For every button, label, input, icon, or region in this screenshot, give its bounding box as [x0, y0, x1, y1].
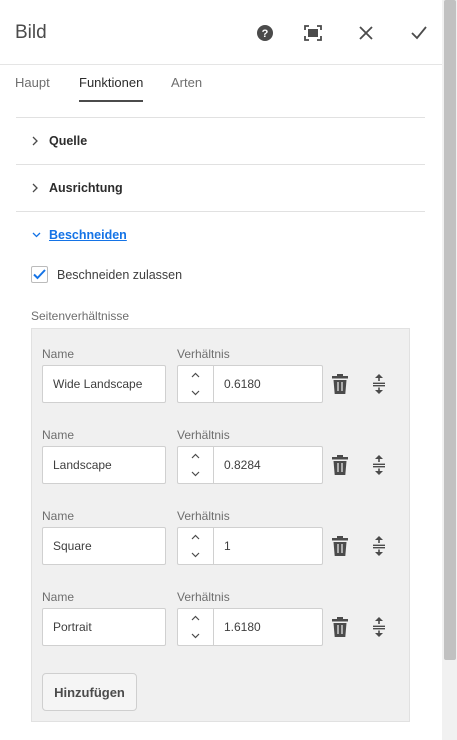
- allow-crop-checkbox[interactable]: [31, 266, 48, 283]
- ratio-label: Verhältnis: [177, 590, 230, 604]
- aspect-ratio-row: Name Verhältnis Portrait 1.6180: [32, 590, 411, 671]
- allow-crop-label: Beschneiden zulassen: [57, 267, 183, 282]
- add-button[interactable]: Hinzufügen: [42, 673, 137, 711]
- ratio-value[interactable]: 0.6180: [214, 366, 322, 402]
- aspect-ratios-multifield: Name Verhältnis Wide Landscape 0.6180 Na…: [31, 328, 410, 722]
- ratio-value[interactable]: 1: [214, 528, 322, 564]
- increment-button[interactable]: [178, 609, 213, 627]
- trash-icon[interactable]: [331, 617, 349, 642]
- checkmark-icon: [33, 269, 46, 280]
- name-input[interactable]: Landscape: [42, 446, 166, 484]
- chevron-up-icon: [191, 453, 200, 459]
- accordion-header-ausrichtung[interactable]: Ausrichtung: [16, 165, 425, 211]
- increment-button[interactable]: [178, 447, 213, 465]
- aspect-ratio-row: Name Verhältnis Square 1: [32, 509, 411, 590]
- tab-arten[interactable]: Arten: [171, 75, 202, 100]
- chevron-right-icon: [32, 183, 44, 193]
- ratio-value[interactable]: 1.6180: [214, 609, 322, 645]
- ratio-stepper[interactable]: 1.6180: [177, 608, 323, 646]
- close-icon: [359, 26, 373, 40]
- drag-handle-icon[interactable]: [372, 535, 386, 562]
- decrement-button[interactable]: [178, 465, 213, 483]
- accordion-header-quelle[interactable]: Quelle: [16, 118, 425, 164]
- fullscreen-icon: [304, 25, 322, 41]
- name-label: Name: [42, 347, 75, 361]
- chevron-down-icon: [191, 633, 200, 639]
- accordion-ausrichtung: Ausrichtung: [16, 164, 425, 211]
- accordion-quelle: Quelle: [16, 117, 425, 164]
- name-label: Name: [42, 428, 75, 442]
- dialog-title: Bild: [15, 22, 47, 43]
- chevron-down-icon: [191, 552, 200, 558]
- chevron-up-icon: [191, 534, 200, 540]
- tab-funktionen[interactable]: Funktionen: [79, 75, 144, 102]
- done-checkmark-icon: [411, 26, 427, 40]
- allow-crop-checkbox-row[interactable]: Beschneiden zulassen: [31, 266, 182, 283]
- dialog-header: Bild ?: [0, 0, 442, 65]
- decrement-button[interactable]: [178, 627, 213, 645]
- ratio-value[interactable]: 0.8284: [214, 447, 322, 483]
- accordion-beschneiden: Beschneiden: [16, 211, 425, 258]
- name-input[interactable]: Square: [42, 527, 166, 565]
- ratio-label: Verhältnis: [177, 509, 230, 523]
- aspect-ratio-row: Name Verhältnis Wide Landscape 0.6180: [32, 347, 411, 428]
- decrement-button[interactable]: [178, 384, 213, 402]
- stepper-buttons: [178, 447, 214, 483]
- drag-handle-icon[interactable]: [372, 616, 386, 643]
- accordion-label: Ausrichtung: [49, 181, 123, 195]
- ratio-label: Verhältnis: [177, 347, 230, 361]
- help-button[interactable]: ?: [252, 20, 278, 46]
- help-icon: ?: [256, 24, 274, 42]
- drag-handle-icon[interactable]: [372, 373, 386, 400]
- increment-button[interactable]: [178, 366, 213, 384]
- ratio-stepper[interactable]: 1: [177, 527, 323, 565]
- chevron-down-icon: [32, 232, 44, 238]
- stepper-buttons: [178, 528, 214, 564]
- done-button[interactable]: [406, 20, 432, 46]
- tab-haupt[interactable]: Haupt: [15, 75, 50, 100]
- ratio-stepper[interactable]: 0.8284: [177, 446, 323, 484]
- accordion-header-beschneiden[interactable]: Beschneiden: [16, 212, 425, 258]
- chevron-right-icon: [32, 136, 44, 146]
- trash-icon[interactable]: [331, 536, 349, 561]
- decrement-button[interactable]: [178, 546, 213, 564]
- accordion-label: Beschneiden: [49, 228, 127, 242]
- stepper-buttons: [178, 609, 214, 645]
- aspect-ratios-label: Seitenverhältnisse: [31, 309, 130, 323]
- chevron-down-icon: [191, 390, 200, 396]
- fullscreen-button[interactable]: [300, 20, 326, 46]
- name-input[interactable]: Portrait: [42, 608, 166, 646]
- accordion-label: Quelle: [49, 134, 88, 148]
- chevron-up-icon: [191, 615, 200, 621]
- close-button[interactable]: [353, 20, 379, 46]
- name-label: Name: [42, 590, 75, 604]
- name-input[interactable]: Wide Landscape: [42, 365, 166, 403]
- aspect-ratio-row: Name Verhältnis Landscape 0.8284: [32, 428, 411, 509]
- increment-button[interactable]: [178, 528, 213, 546]
- trash-icon[interactable]: [331, 374, 349, 399]
- scrollbar-thumb[interactable]: [444, 0, 456, 660]
- drag-handle-icon[interactable]: [372, 454, 386, 481]
- chevron-up-icon: [191, 372, 200, 378]
- svg-text:?: ?: [262, 28, 269, 40]
- chevron-down-icon: [191, 471, 200, 477]
- trash-icon[interactable]: [331, 455, 349, 480]
- name-label: Name: [42, 509, 75, 523]
- tab-bar: Haupt Funktionen Arten: [0, 65, 442, 117]
- stepper-buttons: [178, 366, 214, 402]
- ratio-label: Verhältnis: [177, 428, 230, 442]
- ratio-stepper[interactable]: 0.6180: [177, 365, 323, 403]
- image-dialog: Bild ? Haupt Funktionen Arten Quelle Aus…: [0, 0, 442, 740]
